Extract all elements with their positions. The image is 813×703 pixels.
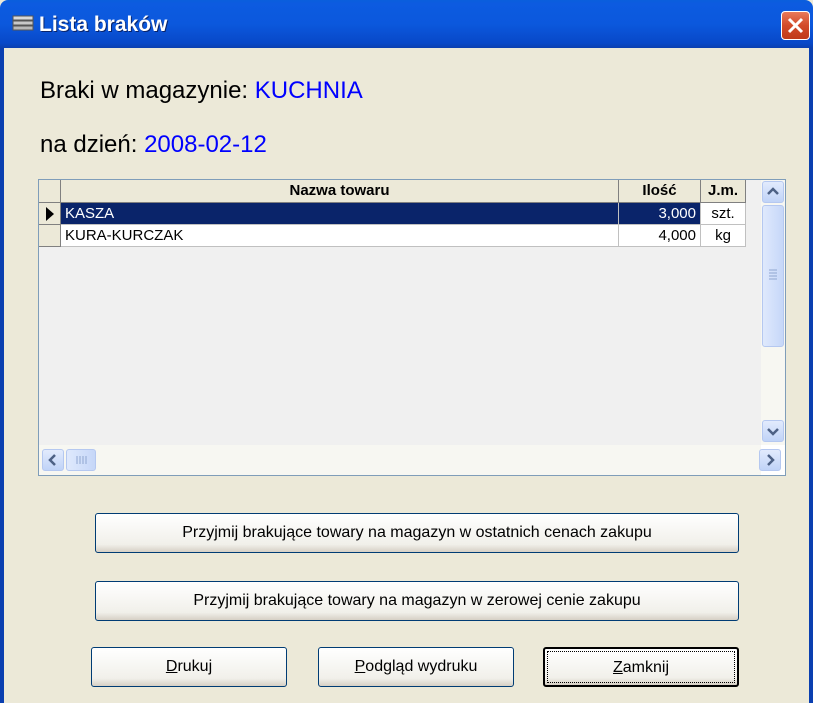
date-label: na dzień: [40, 131, 138, 158]
accept-zero-price-button[interactable]: Przyjmij brakujące towary na magazyn w z… [95, 581, 739, 621]
horizontal-scroll-thumb[interactable] [66, 449, 96, 471]
indicator-header [39, 180, 61, 203]
row-indicator [39, 225, 61, 247]
preview-button-label: odgląd wydruku [365, 658, 478, 675]
vertical-scrollbar[interactable] [761, 180, 785, 445]
close-button[interactable]: Zamknij [543, 647, 739, 687]
date-heading: na dzień: 2008-02-12 [40, 131, 267, 159]
grip-icon [76, 456, 87, 464]
shortages-grid[interactable]: Nazwa towaru Ilość J.m. KASZA 3,000 szt.… [38, 179, 786, 476]
column-header-qty[interactable]: Ilość [619, 180, 701, 203]
column-header-unit[interactable]: J.m. [701, 180, 746, 203]
print-button-mnemonic: D [165, 658, 178, 675]
window-border-left [0, 48, 4, 703]
preview-button-mnemonic: P [354, 658, 366, 675]
chevron-left-icon [48, 454, 56, 466]
close-window-button[interactable] [781, 11, 810, 40]
cell-name[interactable]: KASZA [61, 203, 619, 225]
chevron-up-icon [767, 187, 779, 195]
grip-icon [769, 269, 777, 280]
table-row[interactable]: KASZA 3,000 szt. [39, 203, 761, 225]
scroll-down-button[interactable] [762, 420, 784, 442]
scroll-left-button[interactable] [42, 449, 64, 471]
print-button[interactable]: Drukuj [91, 647, 287, 687]
horizontal-scrollbar[interactable] [39, 445, 781, 475]
cell-qty[interactable]: 3,000 [619, 203, 701, 225]
chevron-right-icon [767, 454, 775, 466]
row-indicator [39, 203, 61, 225]
close-button-label: amknij [622, 659, 669, 676]
window-border-right [809, 48, 813, 703]
close-icon [787, 17, 804, 34]
column-header-name[interactable]: Nazwa towaru [61, 180, 619, 203]
print-preview-button[interactable]: Podgląd wydruku [318, 647, 514, 687]
warehouse-value: KUCHNIA [254, 77, 363, 104]
window-title: Lista braków [39, 13, 168, 36]
table-row[interactable]: KURA-KURCZAK 4,000 kg [39, 225, 761, 247]
vertical-scroll-thumb[interactable] [762, 205, 784, 347]
cell-unit[interactable]: szt. [701, 203, 746, 225]
accept-last-prices-button[interactable]: Przyjmij brakujące towary na magazyn w o… [95, 513, 739, 553]
date-value: 2008-02-12 [144, 131, 267, 158]
close-button-mnemonic: Z [612, 659, 623, 676]
current-row-icon [46, 207, 54, 221]
title-bar[interactable]: Lista braków [0, 0, 813, 48]
print-button-label: rukuj [177, 658, 213, 675]
cell-qty[interactable]: 4,000 [619, 225, 701, 247]
scroll-up-button[interactable] [762, 181, 784, 203]
cell-name[interactable]: KURA-KURCZAK [61, 225, 619, 247]
list-icon [12, 15, 34, 31]
warehouse-heading: Braki w magazynie: KUCHNIA [40, 77, 363, 105]
warehouse-label: Braki w magazynie: [40, 77, 249, 104]
cell-unit[interactable]: kg [701, 225, 746, 247]
chevron-down-icon [767, 428, 779, 436]
scroll-right-button[interactable] [759, 449, 781, 471]
grid-body: Nazwa towaru Ilość J.m. KASZA 3,000 szt.… [39, 180, 761, 445]
